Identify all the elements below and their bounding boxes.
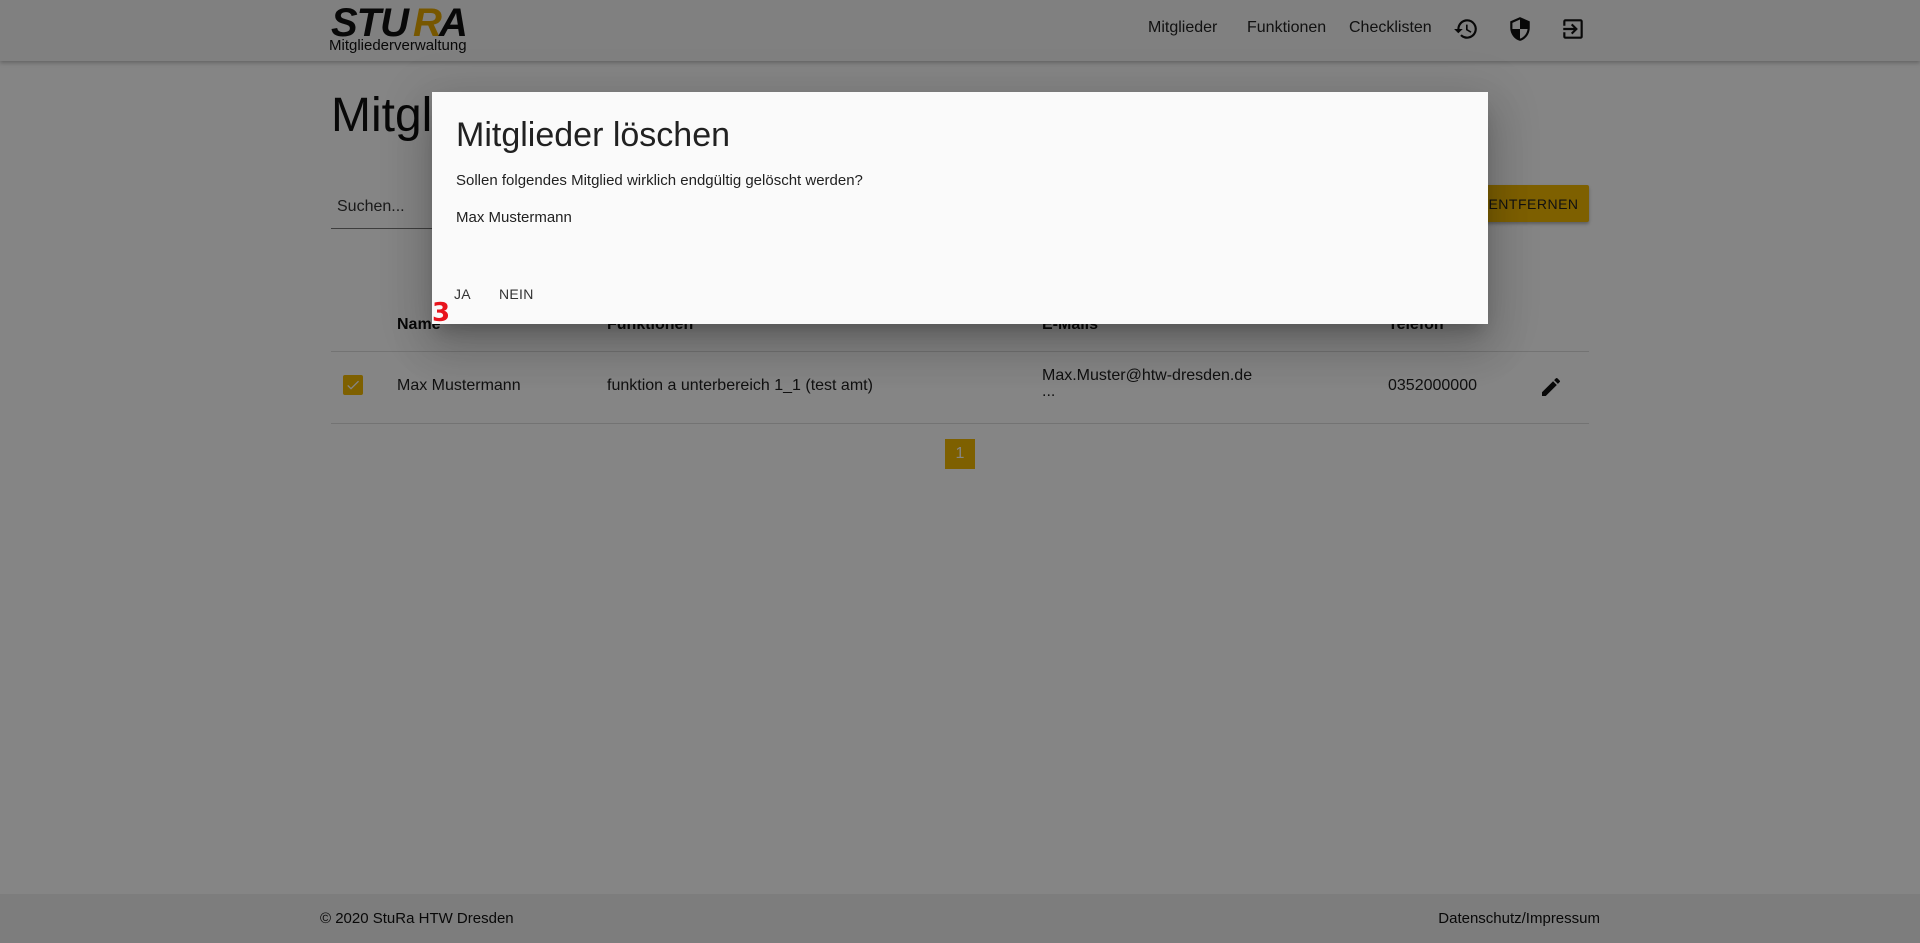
annotation-marker: 3	[432, 298, 451, 328]
dialog-member-name: Max Mustermann	[456, 209, 572, 226]
dialog-title: Mitglieder löschen	[456, 116, 731, 154]
dialog-message: Sollen folgendes Mitglied wirklich endgü…	[456, 172, 863, 189]
confirm-yes-button[interactable]: JA	[454, 286, 471, 302]
delete-dialog: Mitglieder löschen Sollen folgendes Mitg…	[432, 92, 1488, 324]
confirm-no-button[interactable]: NEIN	[499, 286, 534, 302]
